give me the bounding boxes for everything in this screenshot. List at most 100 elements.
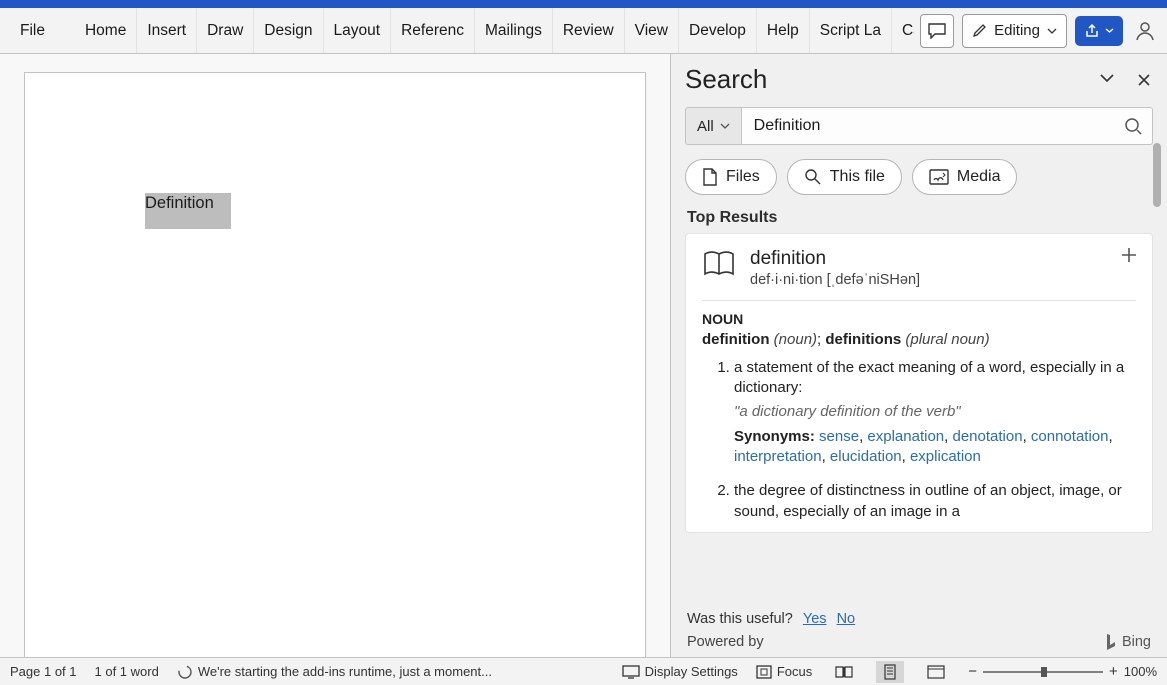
share-button[interactable] bbox=[1075, 16, 1123, 46]
status-bar: Page 1 of 1 1 of 1 word We're starting t… bbox=[0, 657, 1167, 685]
status-word-count[interactable]: 1 of 1 word bbox=[95, 664, 159, 679]
editing-mode-button[interactable]: Editing bbox=[962, 14, 1067, 48]
search-input[interactable] bbox=[752, 116, 1124, 136]
file-icon bbox=[702, 168, 718, 186]
tab-design[interactable]: Design bbox=[254, 8, 323, 54]
word-forms: definition (noun); definitions (plural n… bbox=[702, 331, 1136, 348]
zoom-out-button[interactable]: − bbox=[968, 663, 977, 680]
chevron-down-icon bbox=[720, 123, 730, 129]
status-page[interactable]: Page 1 of 1 bbox=[10, 664, 77, 679]
synonym-link[interactable]: explanation bbox=[867, 428, 944, 445]
tab-mailings[interactable]: Mailings bbox=[475, 8, 553, 54]
status-addin-message: We're starting the add-ins runtime, just… bbox=[177, 664, 604, 680]
search-scope-label: All bbox=[697, 118, 714, 135]
synonym-link[interactable]: elucidation bbox=[830, 448, 902, 465]
chevron-down-icon bbox=[1047, 28, 1057, 34]
ribbon: File Home Insert Draw Design Layout Refe… bbox=[0, 8, 1167, 54]
read-mode-button[interactable] bbox=[830, 661, 858, 683]
dictionary-card: definition def·i·ni·tion [ˌdefəˈniSHən] … bbox=[685, 233, 1153, 533]
synonyms-label: Synonyms: bbox=[734, 428, 815, 445]
pill-this-file-label: This file bbox=[830, 168, 885, 186]
main-area: Definition Search All Files bbox=[0, 54, 1167, 657]
pencil-icon bbox=[972, 23, 987, 38]
definitions-list: a statement of the exact meaning of a wo… bbox=[702, 358, 1136, 522]
tab-script-lab[interactable]: Script La bbox=[810, 8, 892, 54]
search-pane: Search All Files This file bbox=[670, 54, 1167, 657]
zoom-slider-thumb[interactable] bbox=[1041, 667, 1047, 677]
tab-insert[interactable]: Insert bbox=[137, 8, 197, 54]
feedback-no-link[interactable]: No bbox=[837, 611, 856, 627]
ribbon-right: Editing bbox=[920, 14, 1159, 48]
zoom-percent[interactable]: 100% bbox=[1124, 664, 1157, 679]
synonym-link[interactable]: connotation bbox=[1031, 428, 1109, 445]
account-button[interactable] bbox=[1131, 17, 1159, 45]
synonym-link[interactable]: sense bbox=[819, 428, 859, 445]
synonym-link[interactable]: explication bbox=[910, 448, 981, 465]
search-box[interactable] bbox=[742, 107, 1153, 145]
document-canvas[interactable]: Definition bbox=[0, 54, 670, 657]
feedback-yes-link[interactable]: Yes bbox=[803, 611, 827, 627]
tab-layout[interactable]: Layout bbox=[324, 8, 392, 54]
pill-files-label: Files bbox=[726, 168, 760, 186]
tab-home[interactable]: Home bbox=[75, 8, 137, 54]
tab-draw[interactable]: Draw bbox=[197, 8, 254, 54]
card-divider bbox=[702, 300, 1136, 301]
zoom-slider[interactable] bbox=[983, 671, 1103, 673]
definition-example: "a dictionary definition of the verb" bbox=[734, 402, 1136, 422]
tab-file[interactable]: File bbox=[8, 8, 55, 54]
comment-icon bbox=[928, 23, 946, 39]
web-icon bbox=[927, 665, 945, 679]
feedback-prompt: Was this useful? bbox=[687, 611, 793, 627]
share-icon bbox=[1084, 23, 1100, 39]
pill-this-file[interactable]: This file bbox=[787, 159, 902, 195]
powered-by-label: Powered by bbox=[687, 634, 764, 650]
tab-review[interactable]: Review bbox=[553, 8, 625, 54]
bing-attribution[interactable]: Bing bbox=[1104, 633, 1151, 651]
pill-media[interactable]: Media bbox=[912, 159, 1018, 195]
pane-scrollbar-thumb[interactable] bbox=[1153, 143, 1161, 207]
search-results: definition def·i·ni·tion [ˌdefəˈniSHən] … bbox=[685, 233, 1153, 601]
window-titlebar bbox=[0, 0, 1167, 8]
ribbon-tabs: File Home Insert Draw Design Layout Refe… bbox=[8, 8, 914, 54]
chevron-down-icon bbox=[1105, 28, 1114, 33]
web-layout-button[interactable] bbox=[922, 661, 950, 683]
part-of-speech: NOUN bbox=[702, 311, 1136, 327]
tab-references[interactable]: Referenc bbox=[391, 8, 475, 54]
book-icon bbox=[835, 665, 853, 679]
tab-callout[interactable]: Callout a bbox=[892, 8, 914, 54]
bing-icon bbox=[1104, 633, 1118, 651]
dictionary-phonetic: def·i·ni·tion [ˌdefəˈniSHən] bbox=[750, 272, 920, 288]
focus-icon bbox=[756, 665, 772, 679]
editing-label: Editing bbox=[994, 22, 1040, 39]
search-scope-dropdown[interactable]: All bbox=[685, 107, 742, 145]
page-icon bbox=[882, 664, 898, 680]
dictionary-word: definition bbox=[750, 248, 920, 270]
pill-files[interactable]: Files bbox=[685, 159, 777, 195]
feedback-row: Was this useful? Yes No bbox=[671, 601, 1167, 629]
focus-mode-button[interactable]: Focus bbox=[756, 664, 812, 679]
display-settings-button[interactable]: Display Settings bbox=[622, 664, 738, 679]
print-layout-button[interactable] bbox=[876, 661, 904, 683]
synonym-link[interactable]: interpretation bbox=[734, 448, 822, 465]
comments-button[interactable] bbox=[920, 14, 954, 48]
search-in-file-icon bbox=[804, 168, 822, 186]
search-filter-pills: Files This file Media bbox=[671, 153, 1167, 201]
tab-view[interactable]: View bbox=[625, 8, 679, 54]
pill-media-label: Media bbox=[957, 168, 1001, 186]
synonyms-row: Synonyms: sense, explanation, denotation… bbox=[734, 427, 1136, 468]
person-icon bbox=[1134, 20, 1156, 42]
zoom-in-button[interactable]: + bbox=[1109, 663, 1118, 680]
definition-text: a statement of the exact meaning of a wo… bbox=[734, 359, 1124, 396]
search-icon[interactable] bbox=[1124, 117, 1142, 135]
tab-help[interactable]: Help bbox=[757, 8, 810, 54]
document-text[interactable]: Definition bbox=[145, 193, 214, 213]
chevron-down-icon[interactable] bbox=[1099, 73, 1115, 83]
close-icon[interactable] bbox=[1137, 73, 1151, 87]
top-results-heading: Top Results bbox=[671, 201, 1167, 233]
expand-card-button[interactable] bbox=[1120, 246, 1138, 264]
media-icon bbox=[929, 169, 949, 185]
tab-developer[interactable]: Develop bbox=[679, 8, 757, 54]
synonym-link[interactable]: denotation bbox=[952, 428, 1022, 445]
document-page[interactable]: Definition bbox=[24, 72, 646, 657]
display-icon bbox=[622, 665, 640, 679]
